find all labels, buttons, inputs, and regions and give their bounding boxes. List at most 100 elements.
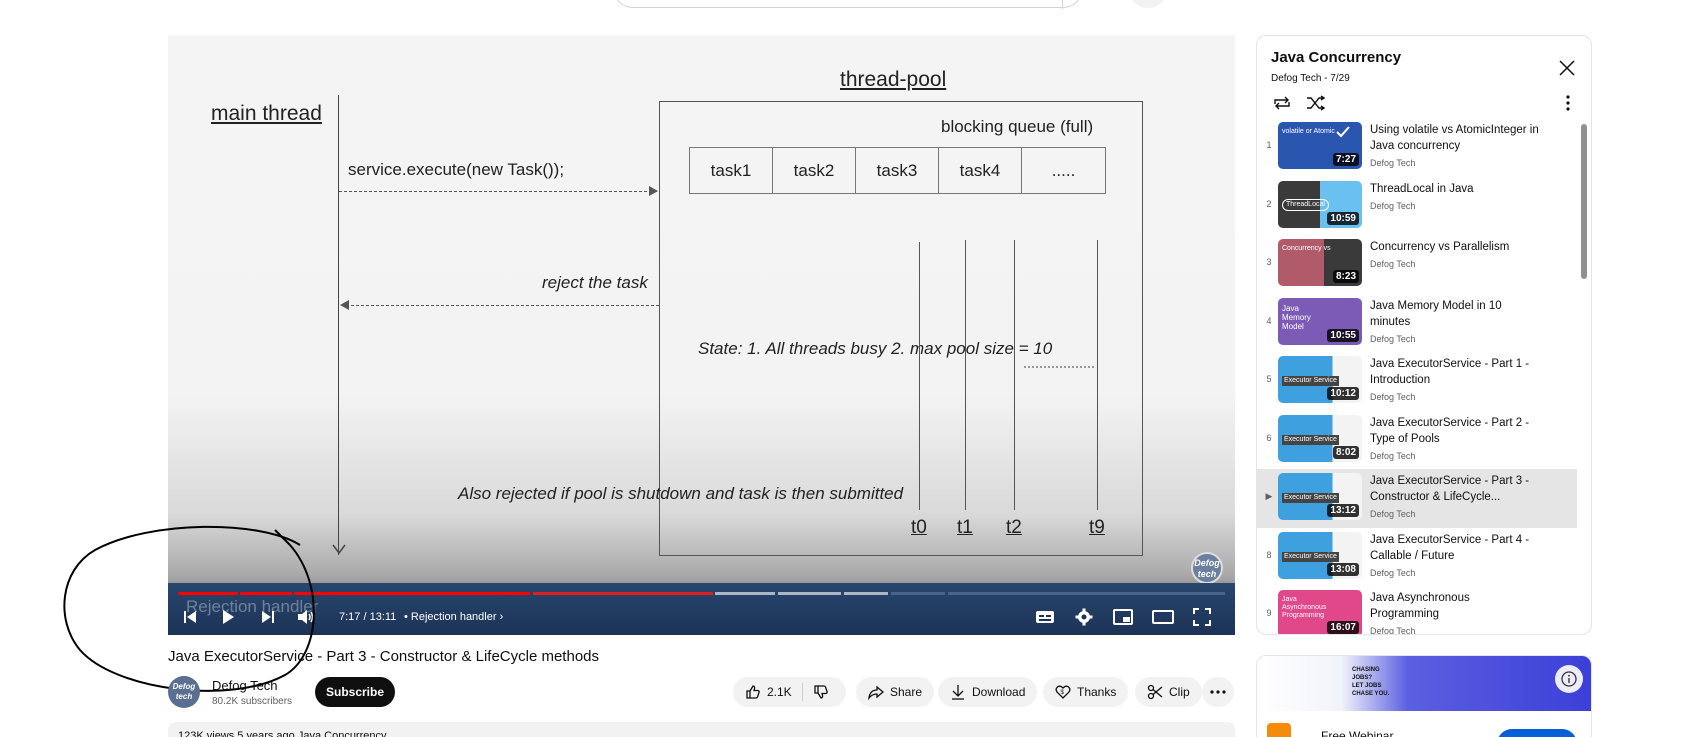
thumbnail-text: Executor Service xyxy=(1282,551,1339,562)
playlist-scrollbar[interactable] xyxy=(1581,124,1587,279)
video-thumbnail[interactable]: volatile or Atomic 7:27 xyxy=(1278,122,1362,169)
playlist-item[interactable]: 8 Executor Service 13:08 Java ExecutorSe… xyxy=(1257,528,1577,587)
thumbnail-text: Executor Service xyxy=(1282,493,1339,503)
video-duration: 16:07 xyxy=(1327,621,1359,634)
progress-played xyxy=(294,592,530,595)
reject-arrowhead xyxy=(340,300,349,310)
info-icon[interactable] xyxy=(1555,665,1583,693)
ad-card[interactable]: CHASING JOBS? LET JOBS CHASE YOU. Free W… xyxy=(1256,655,1592,737)
video-thumbnail[interactable]: Executor Service 10:12 xyxy=(1278,356,1362,403)
chevron-right-icon: › xyxy=(499,611,504,623)
theater-mode-icon[interactable] xyxy=(1151,605,1175,629)
video-channel: Defog Tech xyxy=(1370,567,1416,578)
subscribe-button[interactable]: Subscribe xyxy=(315,677,395,707)
thread-line xyxy=(1097,240,1098,510)
more-actions-button[interactable] xyxy=(1202,677,1234,707)
playlist-title[interactable]: Java Concurrency xyxy=(1271,49,1401,66)
video-title[interactable]: Using volatile vs AtomicInteger in Java … xyxy=(1370,122,1540,154)
video-duration: 13:08 xyxy=(1327,562,1359,576)
svg-text:$: $ xyxy=(1061,690,1065,696)
close-icon[interactable] xyxy=(1555,56,1579,80)
share-icon xyxy=(868,685,884,700)
previous-icon[interactable] xyxy=(178,605,202,629)
playlist-item[interactable]: 1 volatile or Atomic 7:27 Using volatile… xyxy=(1257,118,1577,177)
volume-icon[interactable] xyxy=(294,605,318,629)
video-duration: 10:59 xyxy=(1327,211,1359,225)
playlist-item[interactable]: 6 Executor Service 8:02 Java ExecutorSer… xyxy=(1257,411,1577,470)
ad-cta-button[interactable] xyxy=(1497,729,1577,737)
loop-icon[interactable] xyxy=(1271,92,1293,114)
dislike-button[interactable] xyxy=(813,684,829,700)
time-display: 7:17 / 13:11 xyxy=(339,611,397,623)
clip-button[interactable]: Clip xyxy=(1135,677,1202,707)
video-thumbnail[interactable]: Concurrency vs 8:23 xyxy=(1278,239,1362,286)
main-thread-arrowhead xyxy=(332,544,346,555)
video-title[interactable]: Java Memory Model in 10 minutes xyxy=(1370,298,1540,330)
progress-bar[interactable] xyxy=(178,592,1225,595)
video-title[interactable]: ThreadLocal in Java xyxy=(1370,181,1540,197)
more-vertical-icon[interactable] xyxy=(1559,92,1577,114)
channel-name[interactable]: Defog Tech xyxy=(212,678,278,693)
thumbs-down-icon xyxy=(814,685,828,699)
settings-gear-icon[interactable] xyxy=(1072,605,1096,629)
playlist-index: 3 xyxy=(1266,257,1272,267)
video-channel: Defog Tech xyxy=(1370,626,1416,635)
video-title[interactable]: Java ExecutorService - Part 2 - Type of … xyxy=(1370,415,1540,447)
video-thumbnail[interactable]: Java Asynchronous Programming 16:07 xyxy=(1278,590,1362,634)
task-queue: task1 task2 task3 task4 ..... xyxy=(689,147,1106,194)
video-title[interactable]: Java ExecutorService - Part 4 - Callable… xyxy=(1370,532,1540,564)
thanks-button[interactable]: $ Thanks xyxy=(1043,677,1129,707)
video-title[interactable]: Java Asynchronous Programming xyxy=(1370,590,1540,622)
playlist-index: 5 xyxy=(1266,374,1272,384)
advertiser-logo xyxy=(1267,723,1291,737)
execute-arrow xyxy=(339,191,657,192)
thumbnail-text: volatile or Atomic xyxy=(1282,128,1335,135)
playlist-item[interactable]: 5 Executor Service 10:12 Java ExecutorSe… xyxy=(1257,352,1577,411)
share-button[interactable]: Share xyxy=(856,677,935,707)
video-thumbnail[interactable]: Java Memory Model 10:55 xyxy=(1278,297,1362,345)
video-title[interactable]: Concurrency vs Parallelism xyxy=(1370,239,1540,255)
playlist-item[interactable]: 9 Java Asynchronous Programming 16:07 Ja… xyxy=(1257,586,1577,635)
search-bar[interactable] xyxy=(613,0,1083,9)
download-button[interactable]: Download xyxy=(938,677,1038,707)
video-title[interactable]: Java ExecutorService - Part 3 - Construc… xyxy=(1370,473,1540,505)
fullscreen-icon[interactable] xyxy=(1190,605,1214,629)
like-dislike-group: 2.1K xyxy=(733,677,846,707)
also-rejected-label: Also rejected if pool is shutdown and ta… xyxy=(458,484,904,503)
queue-cell: task3 xyxy=(856,148,939,193)
playlist-item[interactable]: 3 Concurrency vs 8:23 Concurrency vs Par… xyxy=(1257,235,1577,294)
captions-icon[interactable] xyxy=(1033,605,1057,629)
video-thumbnail[interactable]: Executor Service 8:02 xyxy=(1278,414,1362,462)
playlist-item[interactable]: 4 Java Memory Model 10:55 Java Memory Mo… xyxy=(1257,294,1577,353)
playlist-index: 9 xyxy=(1266,608,1272,618)
video-title[interactable]: Java ExecutorService - Part 1 - Introduc… xyxy=(1370,356,1540,388)
video-thumbnail[interactable]: Executor Service 13:12 xyxy=(1278,473,1362,520)
like-button[interactable]: 2.1K xyxy=(745,684,792,700)
checkmark-icon xyxy=(1336,126,1350,138)
voice-search-button[interactable] xyxy=(1128,0,1168,8)
thread-label: t0 xyxy=(911,517,927,538)
chapter-button[interactable]: • Rejection handler › xyxy=(404,611,503,623)
thread-label: t2 xyxy=(1006,517,1022,538)
thanks-label: Thanks xyxy=(1077,685,1117,699)
progress-remaining xyxy=(948,592,1225,595)
thread-line xyxy=(1014,240,1015,510)
video-thumbnail[interactable]: ThreadLocal 10:59 xyxy=(1278,180,1362,228)
video-thumbnail[interactable]: Executor Service 13:08 xyxy=(1278,531,1362,579)
ad-banner[interactable]: CHASING JOBS? LET JOBS CHASE YOU. xyxy=(1257,656,1591,711)
next-icon[interactable] xyxy=(256,605,280,629)
like-count: 2.1K xyxy=(767,685,792,699)
video-player[interactable]: main thread thread-pool service.execute(… xyxy=(168,35,1235,635)
queue-cell: ..... xyxy=(1051,160,1076,180)
playlist-index: 4 xyxy=(1266,315,1272,326)
playlist-panel: Java Concurrency Defog Tech - 7/29 1 vol… xyxy=(1256,35,1592,635)
playlist-item-current[interactable]: ▶ Executor Service 13:12 Java ExecutorSe… xyxy=(1257,469,1577,528)
playlist-item[interactable]: 2 ThreadLocal 10:59 ThreadLocal in Java … xyxy=(1257,177,1577,236)
ad-title[interactable]: Free Webinar xyxy=(1321,729,1393,737)
channel-avatar[interactable]: Defog tech xyxy=(168,676,200,708)
play-icon[interactable] xyxy=(216,605,240,629)
miniplayer-icon[interactable] xyxy=(1111,605,1135,629)
description-box[interactable]: 123K views 5 years ago Java Concurrency xyxy=(168,722,1235,737)
shuffle-icon[interactable] xyxy=(1305,92,1327,114)
like-divider xyxy=(801,683,803,701)
